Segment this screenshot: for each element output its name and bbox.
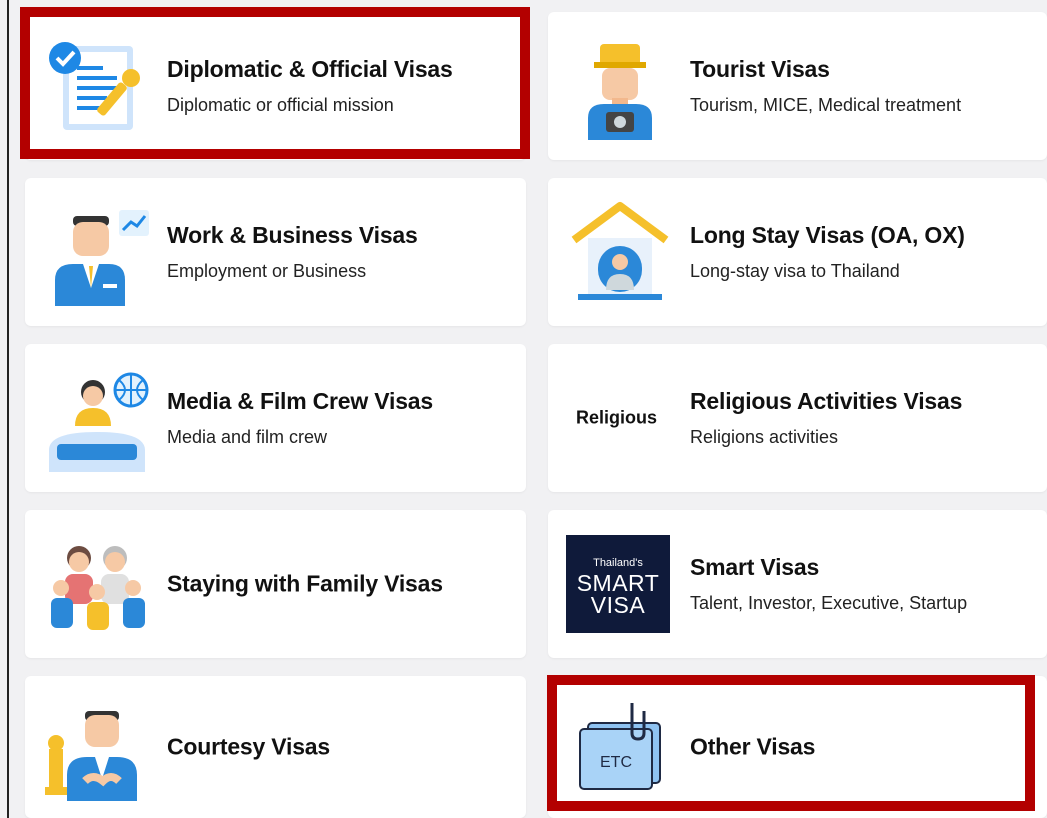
visa-card-smart[interactable]: Thailand's SMART VISA Smart Visas Talent…: [548, 510, 1047, 658]
news-reporter-icon: [43, 364, 151, 472]
businessman-icon: [43, 198, 151, 306]
card-subtitle: Religions activities: [690, 427, 839, 447]
document-check-icon: [43, 32, 151, 140]
left-border: [7, 0, 9, 818]
courtesy-icon: [43, 693, 151, 801]
etc-label: ETC: [600, 754, 632, 771]
logo-line-3: VISA: [590, 592, 646, 618]
visa-card-media-film[interactable]: Media & Film Crew Visas Media and film c…: [25, 344, 526, 492]
tourist-icon: [566, 32, 674, 140]
card-title: Work & Business Visas: [167, 222, 418, 248]
visa-card-tourist[interactable]: Tourist Visas Tourism, MICE, Medical tre…: [548, 12, 1047, 160]
visa-card-family[interactable]: Staying with Family Visas: [25, 510, 526, 658]
visa-card-long-stay[interactable]: Long Stay Visas (OA, OX) Long-stay visa …: [548, 178, 1047, 326]
visa-card-other[interactable]: ETC Other Visas: [548, 676, 1047, 818]
house-person-icon: [566, 198, 674, 306]
card-title: Long Stay Visas (OA, OX): [690, 222, 965, 248]
logo-line-1: Thailand's: [593, 557, 643, 569]
smart-visa-logo: Thailand's SMART VISA: [566, 535, 670, 633]
visa-card-courtesy[interactable]: Courtesy Visas: [25, 676, 526, 818]
visa-card-diplomatic[interactable]: Diplomatic & Official Visas Diplomatic o…: [25, 12, 526, 160]
family-icon: [43, 530, 151, 638]
etc-folder-icon: ETC: [566, 693, 674, 801]
card-subtitle: Tourism, MICE, Medical treatment: [690, 95, 962, 115]
card-subtitle: Talent, Investor, Executive, Startup: [690, 593, 968, 613]
card-subtitle: Media and film crew: [167, 427, 328, 447]
religious-label: Religious: [576, 407, 658, 428]
visa-card-religious[interactable]: Religious Religious Activities Visas Rel…: [548, 344, 1047, 492]
card-title: Courtesy Visas: [167, 733, 330, 760]
card-title: Diplomatic & Official Visas: [167, 56, 453, 82]
card-title: Staying with Family Visas: [167, 570, 443, 597]
card-subtitle: Long-stay visa to Thailand: [690, 261, 900, 281]
card-title: Tourist Visas: [690, 56, 830, 82]
logo-line-2: SMART: [576, 570, 660, 596]
card-title: Religious Activities Visas: [690, 388, 963, 414]
card-title: Other Visas: [690, 733, 816, 760]
card-title: Smart Visas: [690, 554, 820, 580]
visa-card-work-business[interactable]: Work & Business Visas Employment or Busi…: [25, 178, 526, 326]
card-subtitle: Employment or Business: [167, 261, 367, 281]
card-subtitle: Diplomatic or official mission: [167, 95, 394, 115]
card-title: Media & Film Crew Visas: [167, 388, 433, 414]
